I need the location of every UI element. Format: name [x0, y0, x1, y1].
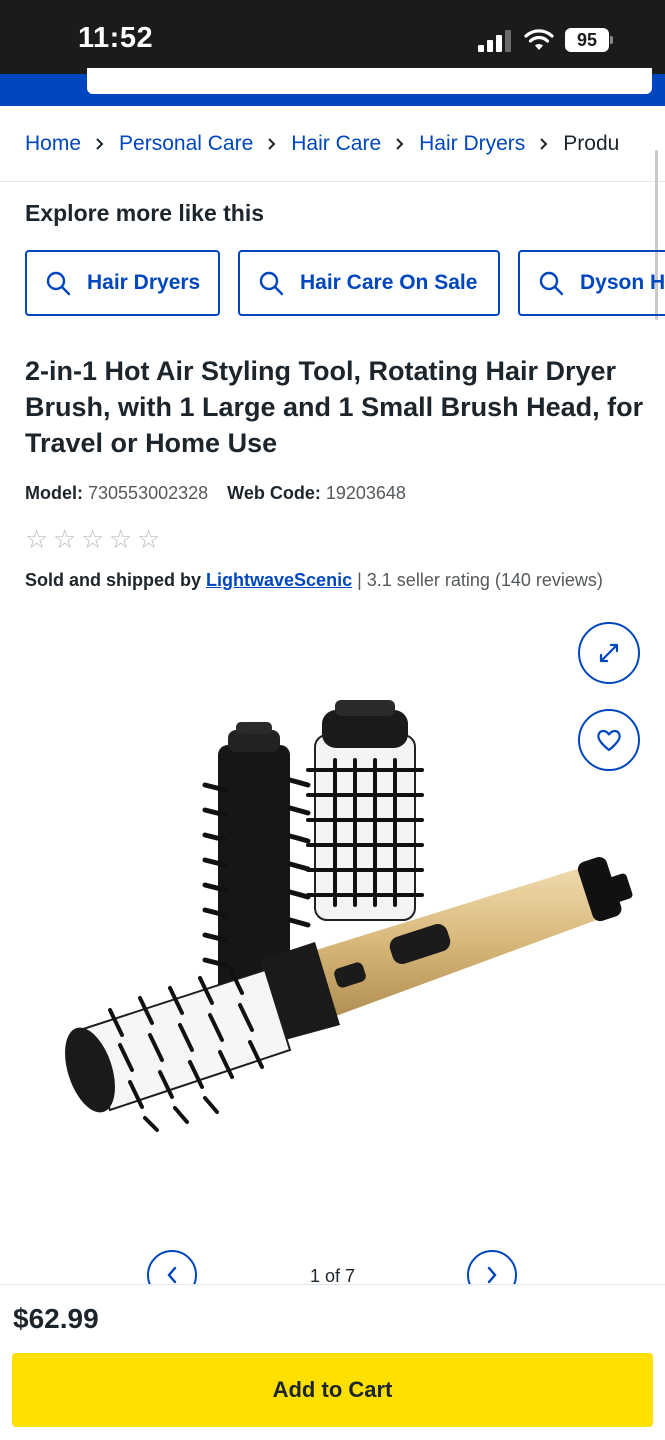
star-icon: ☆ — [81, 524, 105, 554]
chevron-right-icon — [525, 137, 563, 151]
web-code-label: Web Code: — [227, 483, 321, 503]
battery-level: 95 — [565, 28, 609, 52]
breadcrumb-personal-care[interactable]: Personal Care — [119, 132, 253, 156]
expand-icon — [599, 643, 619, 663]
chip-hair-dryers[interactable]: Hair Dryers — [25, 250, 220, 316]
chip-hair-care-on-sale[interactable]: Hair Care On Sale — [238, 250, 500, 316]
wifi-icon — [524, 29, 554, 50]
chevron-right-icon — [381, 137, 419, 151]
search-icon — [539, 271, 564, 296]
image-pager: 1 of 7 — [0, 1246, 665, 1300]
model-value: 730553002328 — [88, 483, 209, 503]
divider — [0, 181, 665, 182]
add-to-cart-button[interactable]: Add to Cart — [12, 1353, 653, 1427]
breadcrumb-hair-care[interactable]: Hair Care — [291, 132, 381, 156]
chip-label: Hair Dryers — [87, 271, 201, 294]
explore-title: Explore more like this — [25, 200, 265, 226]
breadcrumb-home[interactable]: Home — [25, 132, 81, 156]
status-time: 11:52 — [78, 22, 154, 54]
header-bar — [0, 68, 665, 106]
breadcrumb-hair-dryers[interactable]: Hair Dryers — [419, 132, 525, 156]
star-icon: ☆ — [53, 524, 77, 554]
search-input[interactable] — [87, 68, 652, 94]
front-brush — [65, 966, 292, 1132]
rating-stars[interactable]: ☆ ☆ ☆ ☆ ☆ — [25, 526, 161, 552]
product-price: $62.99 — [13, 1303, 99, 1334]
star-icon: ☆ — [137, 524, 161, 554]
web-code-value: 19203648 — [325, 483, 406, 503]
seller-rating: | 3.1 seller rating (140 reviews) — [357, 570, 603, 590]
search-icon — [259, 271, 284, 296]
product-image[interactable] — [50, 690, 640, 1140]
breadcrumb-current: Produ — [563, 132, 620, 155]
cellular-signal-icon — [478, 30, 511, 52]
model-label: Model: — [25, 483, 83, 503]
explore-chips: Hair Dryers Hair Care On Sale Dyson H — [25, 250, 665, 316]
chip-label: Hair Care On Sale — [300, 271, 478, 294]
seller-link[interactable]: LightwaveScenic — [206, 570, 352, 590]
battery-icon: 95 — [565, 28, 613, 52]
seller-info: Sold and shipped by LightwaveScenic | 3.… — [25, 570, 603, 591]
expand-image-button[interactable] — [578, 622, 640, 684]
chevron-right-icon — [81, 137, 119, 151]
purchase-bar: $62.99 Add to Cart — [0, 1284, 665, 1440]
star-icon: ☆ — [25, 524, 49, 554]
search-icon — [46, 271, 71, 296]
chevron-right-icon — [253, 137, 291, 151]
sold-by-label: Sold and shipped by — [25, 570, 202, 590]
star-icon: ☆ — [109, 524, 133, 554]
chip-dyson[interactable]: Dyson H — [518, 250, 665, 316]
status-bar: 11:52 95 — [0, 0, 665, 78]
product-title: 2-in-1 Hot Air Styling Tool, Rotating Ha… — [25, 356, 644, 458]
white-brush-head — [306, 700, 424, 921]
chevron-right-icon — [487, 1266, 497, 1284]
breadcrumb: Home Personal Care Hair Care Hair Dryers… — [25, 130, 619, 158]
model-row: Model: 730553002328 Web Code: 19203648 — [25, 483, 420, 504]
chip-label: Dyson H — [580, 271, 665, 294]
